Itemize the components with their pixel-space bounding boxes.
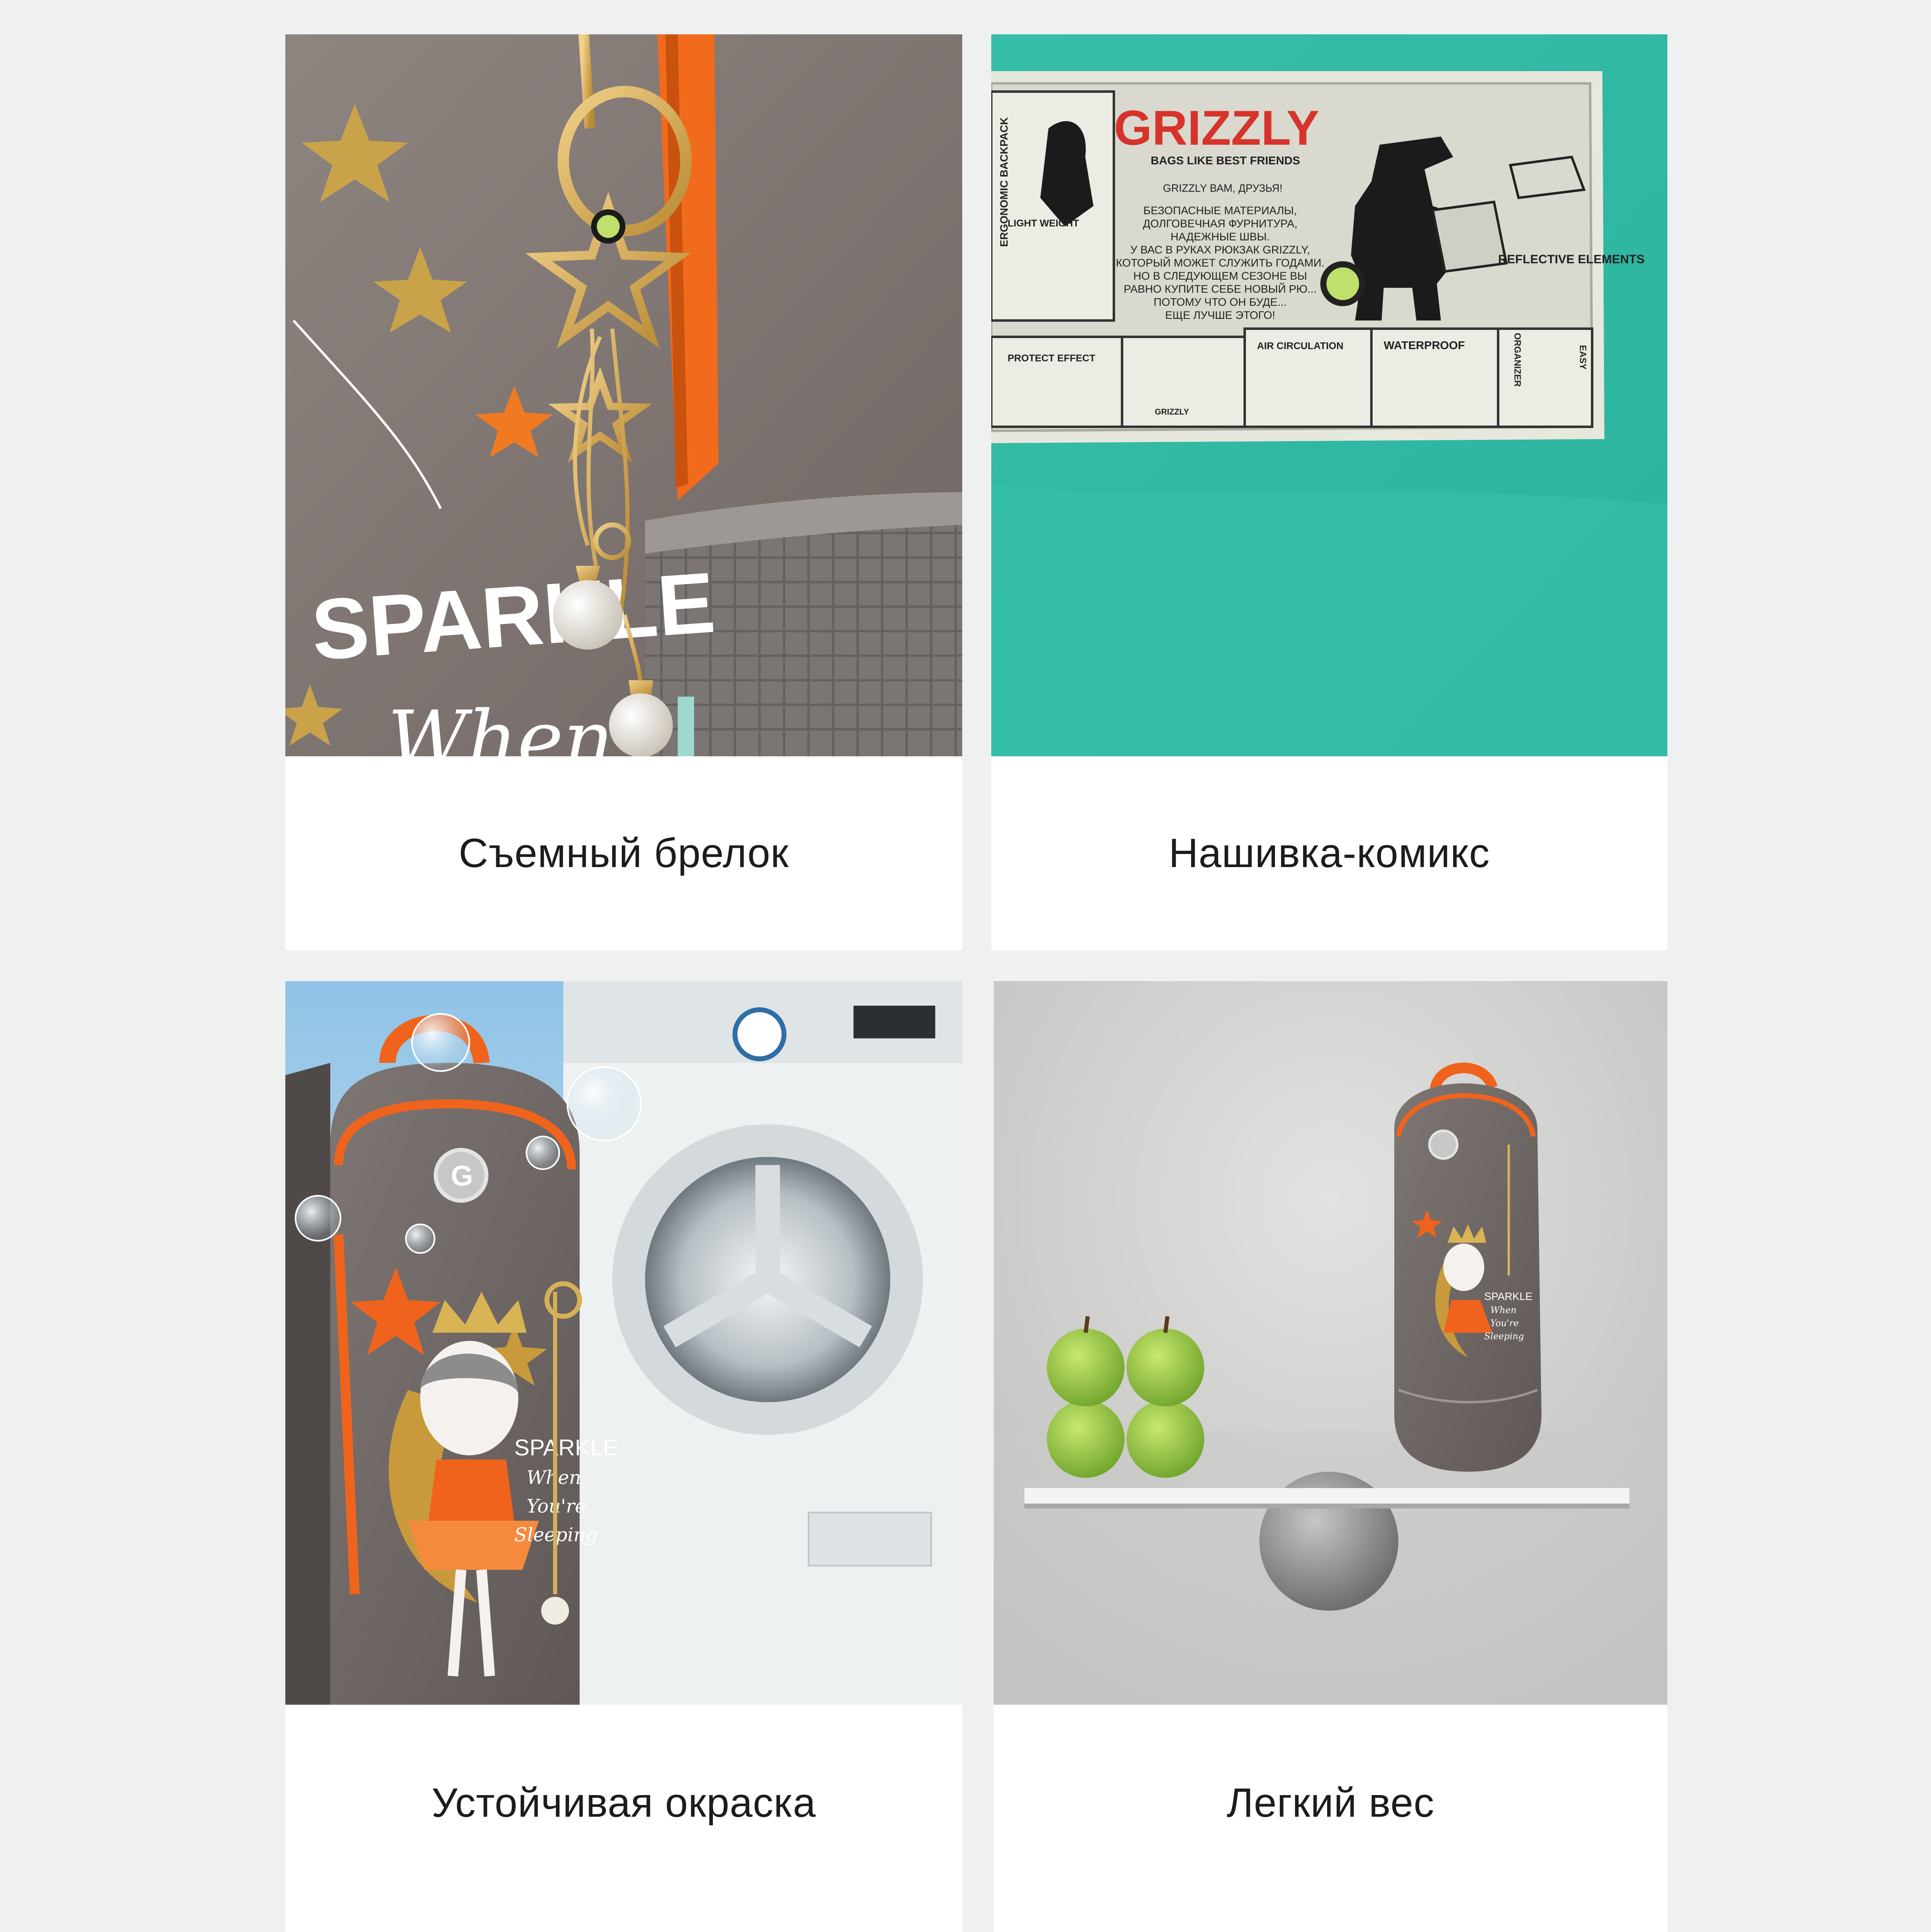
feature-card-washable: G SPARKLE When You're Sleeping	[285, 981, 962, 1932]
comic-patch-photo: GRIZZLY BAGS LIKE BEST FRIENDS GRIZZLY В…	[991, 34, 1667, 756]
patch-label-reflective: REFLECTIVE ELEMENTS	[1498, 253, 1644, 266]
feature-card-light-weight: SPARKLE When You're Sleeping Легкий вес	[994, 981, 1667, 1932]
patch-label-light-weight: LIGHT WEIGHT	[1008, 218, 1079, 229]
patch-label-waterproof: WATERPROOF	[1384, 339, 1465, 352]
caption-light-weight: Легкий вес	[1226, 1780, 1435, 1826]
balance-photo: SPARKLE When You're Sleeping	[994, 981, 1667, 1705]
patch-label-organizer: ORGANIZER	[1512, 333, 1523, 387]
print-text-line1: SPARKLE	[1484, 1290, 1532, 1302]
feature-card-keychain: SPARKLE When Съемный брелок	[285, 34, 962, 950]
balance-board	[1024, 1488, 1629, 1504]
patch-label-small-brand: GRIZZLY	[1155, 408, 1189, 417]
caption-washable: Устойчивая окраска	[431, 1780, 816, 1826]
patch-body-line: НАДЕЖНЫЕ ШВЫ.	[1171, 231, 1270, 243]
patch-label-easy: EASY	[1578, 345, 1588, 370]
svg-text:G: G	[451, 1160, 473, 1192]
keychain-photo: SPARKLE When	[285, 34, 962, 756]
patch-greeting: GRIZZLY ВАМ, ДРУЗЬЯ!	[1163, 182, 1282, 194]
backpack-washing-machine-image: G SPARKLE When You're Sleeping	[285, 981, 962, 1705]
patch-body-line: ЕЩЕ ЛУЧШЕ ЭТОГО!	[1165, 309, 1275, 321]
caption-keychain: Съемный брелок	[459, 830, 789, 876]
patch-label-protect: PROTECT EFFECT	[1008, 353, 1095, 364]
patch-body-line: БЕЗОПАСНЫЕ МАТЕРИАЛЫ,	[1143, 204, 1297, 217]
print-text-line4: Sleeping	[1484, 1331, 1524, 1342]
print-text-line2: When	[1490, 1305, 1517, 1316]
caption-comic-patch: Нашивка-комикс	[1169, 830, 1490, 876]
patch-body-line: РАВНО КУПИТЕ СЕБЕ НОВЫЙ РЮ...	[1124, 282, 1317, 295]
feature-card-comic-patch: GRIZZLY BAGS LIKE BEST FRIENDS GRIZZLY В…	[991, 34, 1667, 950]
patch-label-air: AIR CIRCULATION	[1257, 341, 1344, 352]
print-text-line3: You're	[1490, 1318, 1519, 1329]
patch-tagline: BAGS LIKE BEST FRIENDS	[1151, 154, 1300, 167]
patch-body-line: НО В СЛЕДУЮЩЕМ СЕЗОНЕ ВЫ	[1133, 270, 1307, 282]
print-text-line2: When	[388, 694, 613, 756]
patch-body-line: У ВАС В РУКАХ РЮКЗАК GRIZZLY,	[1130, 244, 1310, 256]
comic-patch-image: GRIZZLY BAGS LIKE BEST FRIENDS GRIZZLY В…	[991, 34, 1667, 756]
patch-brand: GRIZZLY	[1114, 101, 1319, 155]
patch-body-line: КОТОРЫЙ МОЖЕТ СЛУЖИТЬ ГОДАМИ.	[1116, 256, 1324, 269]
keychain-closeup-image: SPARKLE When	[285, 34, 962, 756]
patch-body-line: ДОЛГОВЕЧНАЯ ФУРНИТУРА,	[1143, 217, 1297, 230]
patch-body-line: ПОТОМУ ЧТО ОН БУДЕ...	[1154, 296, 1286, 308]
balance-scale-image: SPARKLE When You're Sleeping	[994, 981, 1667, 1705]
washing-photo: G SPARKLE When You're Sleeping	[285, 981, 962, 1705]
print-text-line1: SPARKLE	[514, 1434, 618, 1460]
